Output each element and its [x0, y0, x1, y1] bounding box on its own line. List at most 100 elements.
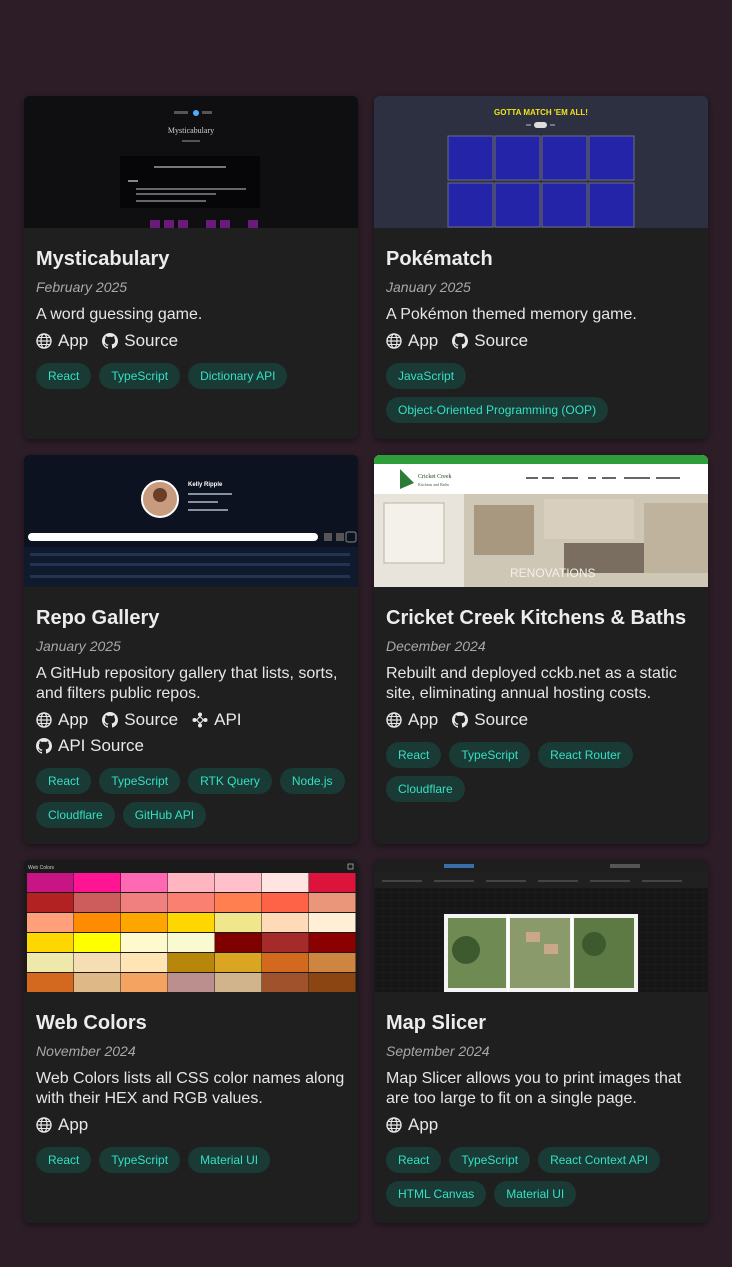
project-date: December 2024: [386, 638, 486, 654]
api-link[interactable]: API: [192, 710, 242, 730]
link-label: App: [408, 331, 439, 350]
tag: Dictionary API: [188, 363, 288, 389]
color-swatch: [215, 973, 262, 992]
tag: Object-Oriented Programming (OOP): [386, 397, 609, 423]
project-description: A Pokémon themed memory game.: [386, 306, 637, 323]
color-swatch: [215, 913, 262, 932]
color-swatch: [74, 913, 121, 932]
tag: GitHub API: [122, 802, 207, 828]
tag: Cloudflare: [386, 776, 465, 802]
color-swatch: [27, 953, 74, 972]
link-label: Source: [474, 710, 529, 729]
color-swatch: [121, 873, 168, 892]
color-swatch: [168, 893, 215, 912]
tag: Material UI: [494, 1181, 577, 1207]
globe-icon: [386, 1117, 402, 1133]
link-label: App: [58, 331, 89, 350]
link-label: App: [58, 710, 89, 729]
github-icon: [36, 738, 52, 754]
project-description: Rebuilt and deployed cckb.net as a stati…: [386, 665, 677, 702]
project-title: Repo Gallery: [36, 607, 160, 629]
github-icon: [102, 333, 119, 349]
color-swatch: [168, 953, 215, 972]
project-card: Cricket Creek Kitchens and Baths RENOVAT…: [374, 455, 708, 844]
project-date: February 2025: [36, 279, 128, 295]
project-card: Mysticabulary Mysticabulary February 202…: [24, 96, 358, 439]
tag: React: [386, 1147, 442, 1173]
color-swatch: [309, 913, 356, 932]
tag: Cloudflare: [36, 802, 115, 828]
color-swatch: [27, 913, 74, 932]
tag: HTML Canvas: [386, 1181, 487, 1207]
tag: TypeScript: [99, 363, 181, 389]
color-swatch: [74, 953, 121, 972]
tag: React: [36, 768, 92, 794]
project-card: Web Colors Web Colors November 2024 Web …: [24, 860, 358, 1223]
link-label: App: [58, 1115, 89, 1134]
thumb-heading: Kelly Ripple: [188, 482, 223, 488]
globe-icon: [36, 712, 52, 728]
color-swatch: [74, 873, 121, 892]
project-screenshot[interactable]: Kelly Ripple: [24, 455, 358, 587]
project-links: App: [386, 1115, 696, 1135]
project-description: A word guessing game.: [36, 306, 203, 323]
color-swatch: [309, 873, 356, 892]
color-swatch: [215, 953, 262, 972]
color-swatch: [121, 973, 168, 992]
color-swatch: [215, 933, 262, 952]
project-card: Map Slicer September 2024 Map Slicer all…: [374, 860, 708, 1223]
tag-list: React TypeScript RTK Query Node.js Cloud…: [36, 768, 346, 828]
color-swatch: [27, 893, 74, 912]
link-label: Source: [124, 331, 179, 350]
color-swatch: [215, 873, 262, 892]
color-swatch: [168, 973, 215, 992]
link-label: API: [214, 710, 242, 729]
project-screenshot[interactable]: [374, 860, 708, 992]
project-links: App Source: [386, 710, 696, 730]
thumb-overlay-text: RENOVATIONS: [510, 566, 596, 580]
app-link[interactable]: App: [386, 710, 438, 730]
tag: TypeScript: [449, 1147, 531, 1173]
project-screenshot[interactable]: GOTTA MATCH 'EM ALL!: [374, 96, 708, 228]
app-link[interactable]: App: [386, 331, 438, 351]
color-swatch: [262, 953, 309, 972]
color-swatch: [309, 953, 356, 972]
color-swatch: [215, 893, 262, 912]
project-description: Web Colors lists all CSS color names alo…: [36, 1070, 345, 1107]
color-swatch: [27, 973, 74, 992]
project-links: App Source API API Source: [36, 710, 346, 756]
source-link[interactable]: Source: [102, 710, 178, 730]
tag: JavaScript: [386, 363, 467, 389]
tag-list: React TypeScript Material UI: [36, 1147, 346, 1173]
tag-list: React TypeScript React Router Cloudflare: [386, 742, 696, 802]
api-source-link[interactable]: API Source: [36, 736, 144, 756]
app-link[interactable]: App: [36, 710, 88, 730]
color-swatch: [262, 893, 309, 912]
source-link[interactable]: Source: [452, 710, 528, 730]
tag-list: React TypeScript React Context API HTML …: [386, 1147, 696, 1207]
color-swatch: [74, 933, 121, 952]
thumb-heading: Mysticabulary: [168, 126, 214, 135]
source-link[interactable]: Source: [452, 331, 528, 351]
project-screenshot[interactable]: Cricket Creek Kitchens and Baths RENOVAT…: [374, 455, 708, 587]
project-screenshot[interactable]: Web Colors: [24, 860, 358, 992]
project-description: Map Slicer allows you to print images th…: [386, 1070, 682, 1107]
github-icon: [102, 712, 119, 728]
source-link[interactable]: Source: [102, 331, 178, 351]
globe-icon: [36, 333, 52, 349]
project-title: Mysticabulary: [36, 248, 170, 270]
project-title: Web Colors: [36, 1012, 147, 1034]
app-link[interactable]: App: [36, 331, 88, 351]
project-description: A GitHub repository gallery that lists, …: [36, 665, 338, 702]
project-screenshot[interactable]: Mysticabulary: [24, 96, 358, 228]
tag: Node.js: [279, 768, 345, 794]
color-swatch: [309, 933, 356, 952]
link-label: Source: [474, 331, 529, 350]
globe-icon: [386, 333, 402, 349]
app-link[interactable]: App: [36, 1115, 88, 1135]
github-icon: [452, 712, 469, 728]
tag: TypeScript: [99, 1147, 181, 1173]
github-icon: [452, 333, 469, 349]
color-swatch: [168, 873, 215, 892]
app-link[interactable]: App: [386, 1115, 438, 1135]
